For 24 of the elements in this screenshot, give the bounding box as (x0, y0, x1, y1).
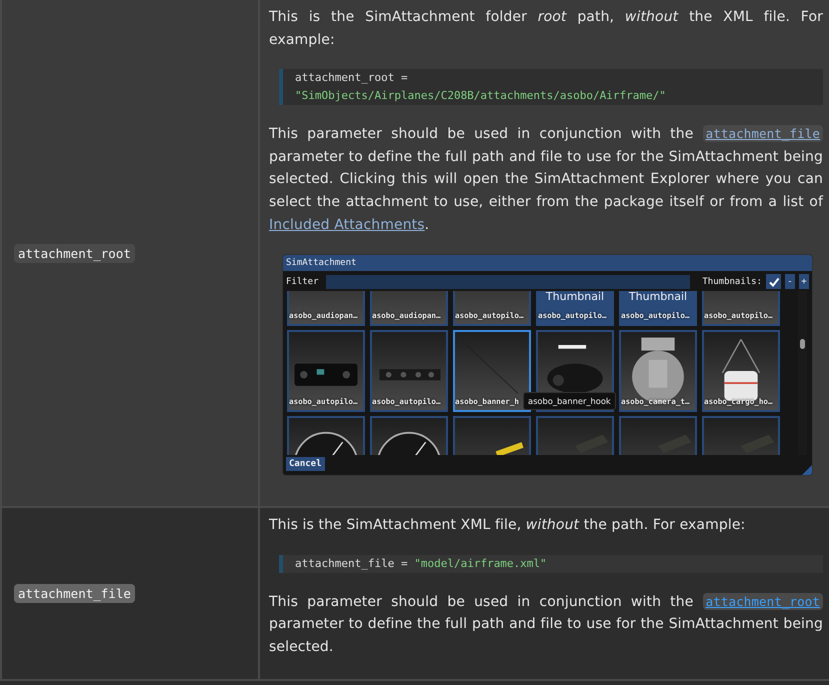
code-line: attachment_file = "model/airframe.xml" (294, 556, 548, 572)
code-link[interactable]: attachment_file (702, 125, 823, 142)
size-button[interactable]: - (785, 274, 795, 290)
thumbnail-placeholder-text: Thumbnail (628, 291, 688, 304)
thumbnail-placeholder-text: Thumbnail (546, 291, 604, 304)
dialog-title: SimAttachment (283, 255, 812, 272)
paragraph: This is the SimAttachment XML file, without the path. For example: (269, 516, 746, 536)
paragraph: This is the SimAttachment folder root path, without the XML file. For example: (269, 8, 823, 50)
code-line: "SimObjects/Airplanes/C208B/attachments/asobo/Airframe/" (294, 88, 667, 104)
parameter-name: attachment_root (14, 244, 135, 263)
paragraph: This parameter should be used in conjunction with the attachment_file parameter to define the full path and file to use for the SimAttachment being selected. Clicking this will open the SimAttachment Explorer where you can select the attachment to use, either from the package itself or from a list of Included Attachments. (269, 124, 823, 235)
resize-grip-icon[interactable] (802, 465, 812, 476)
tooltip: asobo_banner_hook (523, 392, 616, 410)
thumbnails-label: Thumbnails: (702, 276, 762, 287)
cancel-button[interactable]: Cancel (286, 457, 325, 472)
parameter-name: attachment_file (14, 584, 135, 603)
code-line: attachment_root = (294, 70, 409, 86)
thumbnails-checkbox[interactable] (766, 274, 781, 290)
filter-field[interactable] (326, 274, 690, 289)
paragraph: This parameter should be used in conjunction with the attachment_root parameter to define the full path and file to use for the SimAttachment being selected. (269, 592, 823, 657)
link[interactable]: Included Attachments (269, 216, 425, 233)
size-button[interactable]: + (799, 274, 809, 290)
scrollbar[interactable] (798, 291, 807, 456)
filter-label: Filter (286, 276, 319, 287)
